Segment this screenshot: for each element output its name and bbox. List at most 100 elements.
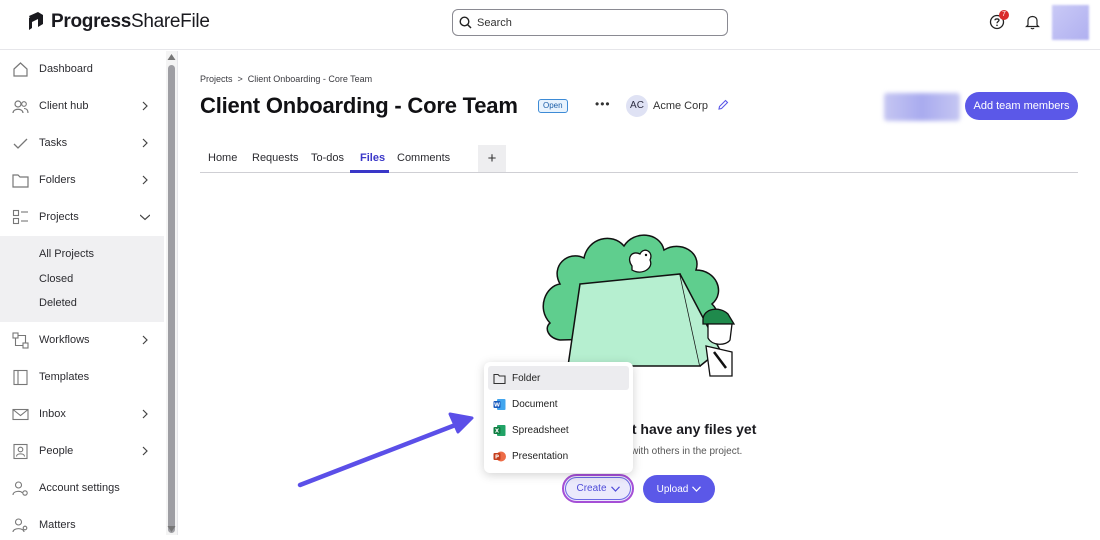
chevron-down-icon xyxy=(140,214,150,221)
svg-text:W: W xyxy=(494,402,500,408)
check-icon xyxy=(13,138,28,149)
folder-outline-icon xyxy=(493,373,506,384)
menu-item-spreadsheet[interactable]: X Spreadsheet xyxy=(488,418,629,442)
sidebar-item-label: Account settings xyxy=(39,482,120,494)
add-team-members-button[interactable]: Add team members xyxy=(965,92,1078,120)
pencil-edit-icon[interactable] xyxy=(717,99,729,111)
sidebar-item-label: Client hub xyxy=(39,100,89,112)
progress-logo-icon xyxy=(29,12,43,30)
client-name: Acme Corp xyxy=(653,100,709,112)
create-button[interactable]: Create xyxy=(562,474,634,503)
chevron-right-icon xyxy=(142,409,148,419)
chevron-down-icon xyxy=(692,486,702,492)
notification-count-badge: 7 xyxy=(999,10,1009,20)
chevron-right-icon xyxy=(142,175,148,185)
sidebar-item-account-settings[interactable]: Account settings xyxy=(0,473,166,503)
sidebar-item-projects[interactable]: Projects xyxy=(0,202,166,232)
scrollbar-thumb[interactable] xyxy=(168,65,175,533)
sidebar-scrollbar[interactable] xyxy=(166,51,177,535)
settings-icon xyxy=(12,480,28,496)
sidebar-item-label: Workflows xyxy=(39,334,90,346)
bell-icon[interactable] xyxy=(1025,14,1040,30)
sidebar-item-label: Matters xyxy=(39,519,76,531)
tab-comments[interactable]: Comments xyxy=(397,152,450,164)
sidebar: Dashboard Client hub Tasks Folders Proje… xyxy=(0,51,166,535)
template-icon xyxy=(13,369,28,385)
user-avatar[interactable] xyxy=(1052,5,1089,40)
empty-files-illustration xyxy=(542,234,736,377)
sidebar-item-folders[interactable]: Folders xyxy=(0,165,166,195)
scroll-down-arrow-icon[interactable] xyxy=(167,525,176,533)
active-tab-indicator xyxy=(350,170,389,173)
breadcrumb-separator: > xyxy=(237,74,243,84)
powerpoint-icon: P xyxy=(493,451,506,461)
search-input[interactable] xyxy=(477,16,707,29)
sidebar-item-inbox[interactable]: Inbox xyxy=(0,399,166,429)
users-icon xyxy=(12,99,29,113)
sidebar-item-tasks[interactable]: Tasks xyxy=(0,128,166,158)
add-tab-button[interactable]: + xyxy=(478,145,506,172)
logo-text: ProgressShareFile xyxy=(51,11,210,32)
empty-state-subtitle: m with others in the project. xyxy=(620,446,743,457)
sidebar-subitem-deleted[interactable]: Deleted xyxy=(39,297,77,309)
more-options-icon[interactable]: ••• xyxy=(595,97,611,111)
chevron-right-icon xyxy=(142,138,148,148)
tab-files[interactable]: Files xyxy=(360,152,385,164)
sidebar-item-label: Projects xyxy=(39,211,79,223)
sidebar-item-matters[interactable]: Matters xyxy=(0,510,166,540)
mail-icon xyxy=(12,408,29,420)
top-bar: ProgressShareFile 7 xyxy=(0,0,1100,50)
search-box[interactable] xyxy=(452,9,728,36)
upload-button-label: Upload xyxy=(656,483,689,495)
tab-todos[interactable]: To-dos xyxy=(311,152,344,164)
sidebar-item-label: Dashboard xyxy=(39,63,93,75)
chevron-right-icon xyxy=(142,101,148,111)
empty-state-title: n't have any files yet xyxy=(620,421,757,437)
scroll-up-arrow-icon[interactable] xyxy=(167,53,176,61)
sidebar-item-label: People xyxy=(39,445,74,457)
sidebar-item-dashboard[interactable]: Dashboard xyxy=(0,54,166,84)
sidebar-item-client-hub[interactable]: Client hub xyxy=(0,91,166,121)
breadcrumb-current: Client Onboarding - Core Team xyxy=(247,74,373,84)
menu-item-document[interactable]: W Document xyxy=(488,392,629,416)
project-tabs: Home Requests To-dos Files Comments xyxy=(200,145,1078,173)
sidebar-item-label: Folders xyxy=(39,174,76,186)
team-member-avatars xyxy=(884,93,960,121)
workflow-icon xyxy=(12,331,29,349)
chevron-right-icon xyxy=(142,335,148,345)
create-button-label: Create xyxy=(576,483,607,494)
upload-button[interactable]: Upload xyxy=(643,475,715,503)
sidebar-item-label: Templates xyxy=(39,371,90,383)
menu-item-label: Document xyxy=(512,398,558,410)
tab-requests[interactable]: Requests xyxy=(252,152,298,164)
page-title: Client Onboarding - Core Team xyxy=(200,93,518,118)
svg-text:P: P xyxy=(495,454,499,460)
sidebar-subitem-all-projects[interactable]: All Projects xyxy=(39,248,94,260)
chevron-down-icon xyxy=(610,485,620,492)
tab-home[interactable]: Home xyxy=(208,152,237,164)
sidebar-subitem-closed[interactable]: Closed xyxy=(39,273,73,285)
folder-icon xyxy=(12,173,29,188)
home-icon xyxy=(13,61,28,77)
breadcrumb: Projects > Client Onboarding - Core Team xyxy=(200,74,372,84)
excel-icon: X xyxy=(493,424,506,436)
sidebar-item-templates[interactable]: Templates xyxy=(0,362,166,392)
sidebar-item-people[interactable]: People xyxy=(0,436,166,466)
status-badge: Open xyxy=(538,99,568,113)
breadcrumb-projects[interactable]: Projects xyxy=(200,74,233,84)
sidebar-item-workflows[interactable]: Workflows xyxy=(0,325,166,355)
client-avatar: AC xyxy=(626,95,648,117)
logo[interactable]: ProgressShareFile xyxy=(27,11,210,33)
chevron-right-icon xyxy=(142,446,148,456)
matters-icon xyxy=(12,517,28,532)
sidebar-item-label: Inbox xyxy=(39,408,66,420)
projects-icon xyxy=(12,209,28,224)
menu-item-label: Presentation xyxy=(512,450,569,462)
menu-item-label: Folder xyxy=(512,372,541,384)
sidebar-divider xyxy=(177,51,178,535)
word-icon: W xyxy=(493,398,506,410)
person-icon xyxy=(13,443,28,459)
search-icon xyxy=(459,16,472,29)
menu-item-presentation[interactable]: P Presentation xyxy=(488,444,629,468)
menu-item-folder[interactable]: Folder xyxy=(488,366,629,390)
